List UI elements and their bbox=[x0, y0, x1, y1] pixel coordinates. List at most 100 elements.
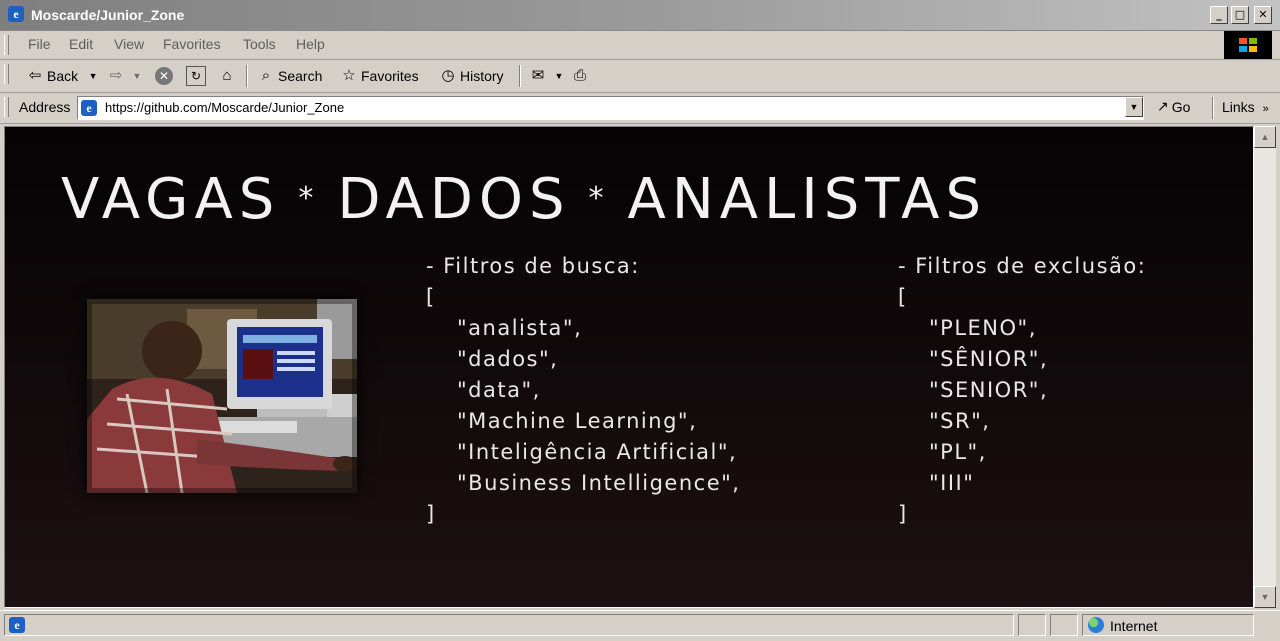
search-filter-item: "analista", bbox=[457, 316, 583, 340]
go-button[interactable]: ↗ Go bbox=[1157, 98, 1190, 115]
exclusion-filter-item: "SENIOR", bbox=[929, 378, 1049, 402]
search-filter-item: "data", bbox=[457, 378, 541, 402]
menu-grip[interactable] bbox=[4, 35, 9, 55]
page-content: VAGAS * DADOS * ANALISTAS - Filtros de b… bbox=[4, 126, 1254, 608]
exclusion-filter-item: "SR", bbox=[929, 409, 991, 433]
windows-logo bbox=[1224, 31, 1272, 59]
maximize-button[interactable]: □ bbox=[1231, 6, 1249, 24]
minimize-button[interactable]: _ bbox=[1210, 6, 1228, 24]
address-input[interactable]: e https://github.com/Moscarde/Junior_Zon… bbox=[77, 96, 1144, 120]
standard-toolbar: ⇦ Back ▼ ⇨ ▼ ✕ ↻ ⌂ ⌕ Search ☆ Favorites … bbox=[0, 60, 1280, 93]
headline-word: VAGAS bbox=[61, 167, 281, 232]
home-button[interactable]: ⌂ bbox=[218, 65, 239, 87]
scroll-down-button[interactable]: ▼ bbox=[1254, 586, 1276, 608]
internet-globe-icon bbox=[1088, 617, 1104, 633]
windows-flag-icon bbox=[1239, 38, 1257, 52]
search-filter-item: "Inteligência Artificial", bbox=[457, 440, 738, 464]
address-grip[interactable] bbox=[4, 97, 9, 117]
photo-illustration bbox=[87, 299, 357, 493]
back-arrow-icon: ⇦ bbox=[28, 67, 42, 84]
search-filter-item: "dados", bbox=[457, 347, 559, 371]
search-icon: ⌕ bbox=[261, 67, 271, 84]
page-icon: e bbox=[81, 100, 97, 116]
search-filter-item: "Business Intelligence", bbox=[457, 471, 741, 495]
menu-edit[interactable]: Edit bbox=[69, 36, 93, 52]
status-cell bbox=[1050, 614, 1078, 636]
scroll-up-button[interactable]: ▲ bbox=[1254, 126, 1276, 148]
toolbar-grip[interactable] bbox=[4, 64, 9, 84]
menu-bar: File Edit View Favorites Tools Help bbox=[0, 31, 1280, 60]
toolbar-separator bbox=[246, 65, 248, 87]
headline-separator: * bbox=[298, 181, 320, 217]
bracket-open: [ bbox=[426, 285, 436, 309]
bracket-open: [ bbox=[898, 285, 908, 309]
history-button[interactable]: ◷ History bbox=[439, 65, 504, 87]
print-icon: ⎙ bbox=[573, 67, 586, 84]
address-url[interactable]: https://github.com/Moscarde/Junior_Zone bbox=[105, 100, 344, 115]
exclusion-filter-item: "SÊNIOR", bbox=[929, 347, 1049, 371]
home-icon: ⌂ bbox=[222, 67, 232, 84]
zone-label: Internet bbox=[1110, 618, 1158, 634]
favorites-star-icon: ☆ bbox=[342, 67, 356, 84]
browser-window: e Moscarde/Junior_Zone _ □ ✕ File Edit V… bbox=[0, 0, 1280, 641]
search-filters: - Filtros de busca: [ "analista", "dados… bbox=[426, 251, 740, 530]
refresh-button[interactable]: ↻ bbox=[186, 65, 209, 87]
exclusion-filter-item: "PL", bbox=[929, 440, 987, 464]
forward-dropdown-icon[interactable]: ▼ bbox=[128, 67, 146, 85]
security-zone: Internet bbox=[1082, 614, 1254, 636]
headline-separator: * bbox=[588, 181, 610, 217]
go-label: Go bbox=[1171, 98, 1191, 115]
status-text-area: e bbox=[4, 614, 1014, 636]
page-headline: VAGAS * DADOS * ANALISTAS bbox=[61, 167, 1191, 232]
menu-view[interactable]: View bbox=[114, 36, 144, 52]
title-bar[interactable]: e Moscarde/Junior_Zone _ □ ✕ bbox=[0, 0, 1280, 31]
history-clock-icon: ◷ bbox=[441, 67, 455, 84]
headline-word: ANALISTAS bbox=[627, 167, 987, 232]
stop-icon: ✕ bbox=[155, 67, 173, 85]
header-photo bbox=[87, 299, 357, 493]
status-bar: e Internet bbox=[0, 610, 1280, 641]
history-label: History bbox=[460, 68, 504, 84]
menu-tools[interactable]: Tools bbox=[243, 36, 276, 52]
mail-dropdown-icon[interactable]: ▼ bbox=[550, 67, 568, 85]
forward-arrow-icon: ⇨ bbox=[109, 67, 123, 84]
back-button[interactable]: ⇦ Back ▼ bbox=[26, 65, 105, 87]
menu-help[interactable]: Help bbox=[296, 36, 325, 52]
mail-icon: ✉ bbox=[531, 67, 545, 84]
window-title: Moscarde/Junior_Zone bbox=[31, 7, 185, 23]
go-arrow-icon: ↗ bbox=[1157, 98, 1169, 114]
favorites-button[interactable]: ☆ Favorites bbox=[340, 65, 419, 87]
vertical-scrollbar[interactable]: ▲ ▼ bbox=[1254, 126, 1276, 608]
menu-favorites[interactable]: Favorites bbox=[163, 36, 221, 52]
mail-button[interactable]: ✉ ▼ bbox=[529, 65, 571, 87]
exclusion-filter-item: "III" bbox=[929, 471, 975, 495]
search-button[interactable]: ⌕ Search bbox=[257, 65, 323, 87]
bracket-close: ] bbox=[426, 502, 436, 526]
links-label: Links bbox=[1222, 99, 1255, 115]
links-button[interactable]: Links » bbox=[1222, 99, 1269, 115]
favorites-label: Favorites bbox=[361, 68, 419, 84]
search-label: Search bbox=[278, 68, 323, 84]
address-label: Address bbox=[19, 99, 71, 115]
refresh-icon: ↻ bbox=[186, 66, 206, 86]
exclusion-filter-item: "PLENO", bbox=[929, 316, 1037, 340]
search-filters-title: - Filtros de busca: bbox=[426, 254, 640, 278]
address-separator bbox=[1212, 97, 1214, 119]
search-filter-item: "Machine Learning", bbox=[457, 409, 698, 433]
back-dropdown-icon[interactable]: ▼ bbox=[84, 67, 102, 85]
toolbar-separator bbox=[519, 65, 521, 87]
exclusion-filters-title: - Filtros de exclusão: bbox=[898, 254, 1147, 278]
forward-button[interactable]: ⇨ ▼ bbox=[107, 65, 149, 87]
close-button[interactable]: ✕ bbox=[1254, 6, 1272, 24]
address-dropdown-button[interactable]: ▼ bbox=[1125, 97, 1143, 117]
menu-file[interactable]: File bbox=[28, 36, 51, 52]
chevron-right-icon: » bbox=[1262, 103, 1269, 115]
address-bar: Address e https://github.com/Moscarde/Ju… bbox=[0, 93, 1280, 124]
print-button[interactable]: ⎙ bbox=[571, 65, 592, 87]
exclusion-filters: - Filtros de exclusão: [ "PLENO", "SÊNIO… bbox=[898, 251, 1146, 530]
headline-word: DADOS bbox=[337, 167, 571, 232]
back-label: Back bbox=[47, 68, 79, 84]
ie-logo-icon: e bbox=[8, 6, 24, 22]
stop-button[interactable]: ✕ bbox=[155, 65, 176, 87]
page-status-icon: e bbox=[9, 617, 25, 633]
